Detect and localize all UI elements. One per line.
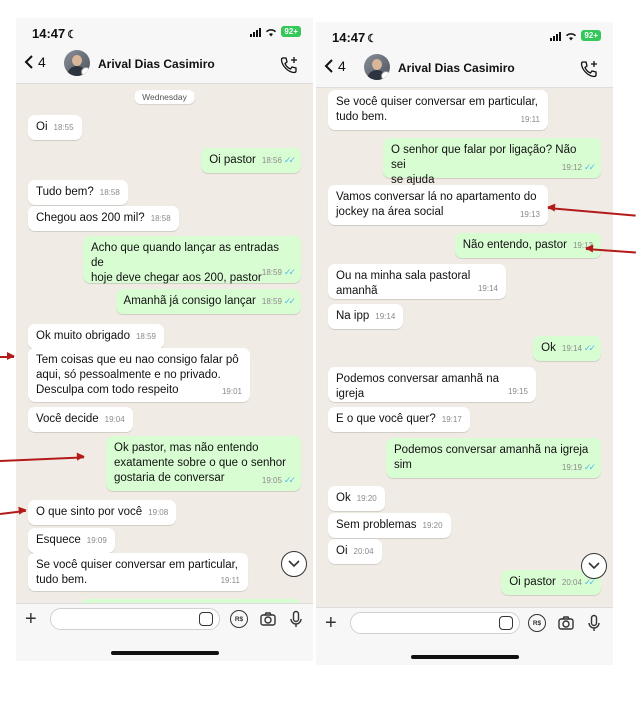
message-incoming[interactable]: Na ipp 19:14 [328,304,404,329]
message-incoming[interactable]: Você decide 19:04 [28,407,133,432]
chevron-left-icon [24,55,33,69]
chevron-down-icon [288,560,300,568]
message-outgoing[interactable]: Podemos conversar amanhã na igreja sim 19… [386,438,601,478]
moon-icon: ☾ [67,29,78,41]
payment-icon[interactable]: R$ [528,614,546,632]
chevron-left-icon [324,59,333,73]
wifi-icon [266,28,277,36]
read-ticks-icon: ✓✓ [283,475,296,485]
message-incoming[interactable]: Oi 20:04 [328,539,382,564]
message-incoming[interactable]: Esquece 19:09 [28,528,115,553]
sticker-icon[interactable] [199,612,213,626]
message-input[interactable] [350,612,520,634]
message-outgoing[interactable]: Oi pastor 18:56 ✓✓ [201,148,301,173]
message-incoming[interactable]: Vamos conversar lá no apartamento do joc… [328,185,548,225]
plus-icon[interactable]: + [25,609,37,629]
message-incoming[interactable]: Podemos conversar amanhã na igreja 19:15 [328,367,536,402]
message-outgoing[interactable]: Não entendo, pastor 19:13 [454,233,601,258]
message-outgoing[interactable]: Ok 19:14 ✓✓ [533,336,601,361]
contact-name[interactable]: Arival Dias Casimiro [398,61,515,75]
avatar[interactable] [364,54,390,80]
chat-header: 4 Arival Dias Casimiro [316,50,613,88]
message-composer: + R$ [316,607,613,665]
read-ticks-icon: ✓✓ [283,155,296,165]
annotation-arrow [0,353,15,359]
message-composer: + R$ [16,603,313,661]
chat-screenshot-left: 14:47 ☾ 92+ 4 Arival Dias Casimiro Wednes… [16,18,313,661]
add-call-icon[interactable] [579,59,599,79]
battery-indicator: 92+ [281,26,301,37]
contact-name[interactable]: Arival Dias Casimiro [98,57,215,71]
message-incoming[interactable]: Ok 19:20 [328,486,385,511]
message-incoming[interactable]: Se você quiser conversar em particular, … [28,553,248,591]
message-outgoing[interactable]: O senhor que falar por ligação? Não sei … [383,138,601,186]
unread-count: 4 [338,58,346,74]
camera-icon[interactable] [557,614,575,632]
signal-icon [250,27,262,37]
read-ticks-icon: ✓✓ [583,162,596,172]
message-outgoing[interactable]: Acho que quando lançar as entradas de ho… [83,236,301,284]
message-outgoing[interactable]: Ok pastor, mas não entendo exatamente so… [106,436,301,491]
sticker-icon[interactable] [499,616,513,630]
message-incoming[interactable]: Sem problemas 19:20 [328,513,451,538]
signal-icon [550,31,562,41]
read-ticks-icon: ✓✓ [283,267,296,277]
add-call-icon[interactable] [279,55,299,75]
camera-icon[interactable] [259,610,277,628]
chat-header: 4 Arival Dias Casimiro [16,46,313,84]
scroll-down-button[interactable] [281,551,307,577]
status-bar: 14:47 ☾ 92+ [316,22,613,50]
home-indicator [410,655,519,659]
microphone-icon[interactable] [585,614,603,632]
message-incoming[interactable]: Oi 18:55 [28,115,82,140]
message-incoming[interactable]: Ok muito obrigado 18:59 [28,324,164,349]
message-incoming[interactable]: O que sinto por você 19:08 [28,500,177,525]
battery-indicator: 92+ [581,30,601,41]
status-bar: 14:47 ☾ 92+ [16,18,313,46]
status-time: 14:47 ☾ [32,26,78,41]
moon-icon: ☾ [367,33,378,45]
message-incoming[interactable]: E o que você quer? 19:17 [328,407,470,432]
message-outgoing[interactable]: Amanhã já consigo lançar 18:59 ✓✓ [115,289,301,314]
payment-icon[interactable]: R$ [230,610,248,628]
plus-icon[interactable]: + [325,613,337,633]
avatar[interactable] [64,50,90,76]
message-list[interactable]: Wednesday Oi 18:55 Oi pastor 18:56 ✓✓ Tudo … [16,84,313,603]
microphone-icon[interactable] [287,610,305,628]
message-input[interactable] [50,608,220,630]
scroll-down-button[interactable] [581,553,607,579]
message-incoming[interactable]: Chegou aos 200 mil? 18:58 [28,206,179,231]
message-incoming[interactable]: Se você quiser conversar em particular, … [328,90,548,130]
message-incoming[interactable]: Tudo bem? 18:58 [28,180,128,205]
message-list[interactable]: Se você quiser conversar em particular, … [316,88,613,607]
message-incoming[interactable]: Tem coisas que eu nao consigo falar pô a… [28,348,250,402]
chat-screenshot-right: 14:47 ☾ 92+ 4 Arival Dias Casimiro Se voc… [316,22,613,665]
home-indicator [110,651,219,655]
message-incoming[interactable]: Ou na minha sala pastoral amanhã 19:14 [328,264,506,299]
read-ticks-icon: ✓✓ [583,462,596,472]
wifi-icon [566,32,577,40]
back-button[interactable]: 4 [324,58,346,74]
unread-count: 4 [38,54,46,70]
date-separator: Wednesday [134,90,195,104]
read-ticks-icon: ✓✓ [583,343,596,353]
annotation-arrow [0,509,26,515]
read-ticks-icon: ✓✓ [283,296,296,306]
chevron-down-icon [588,562,600,570]
back-button[interactable]: 4 [24,54,46,70]
status-time: 14:47 ☾ [332,30,378,45]
